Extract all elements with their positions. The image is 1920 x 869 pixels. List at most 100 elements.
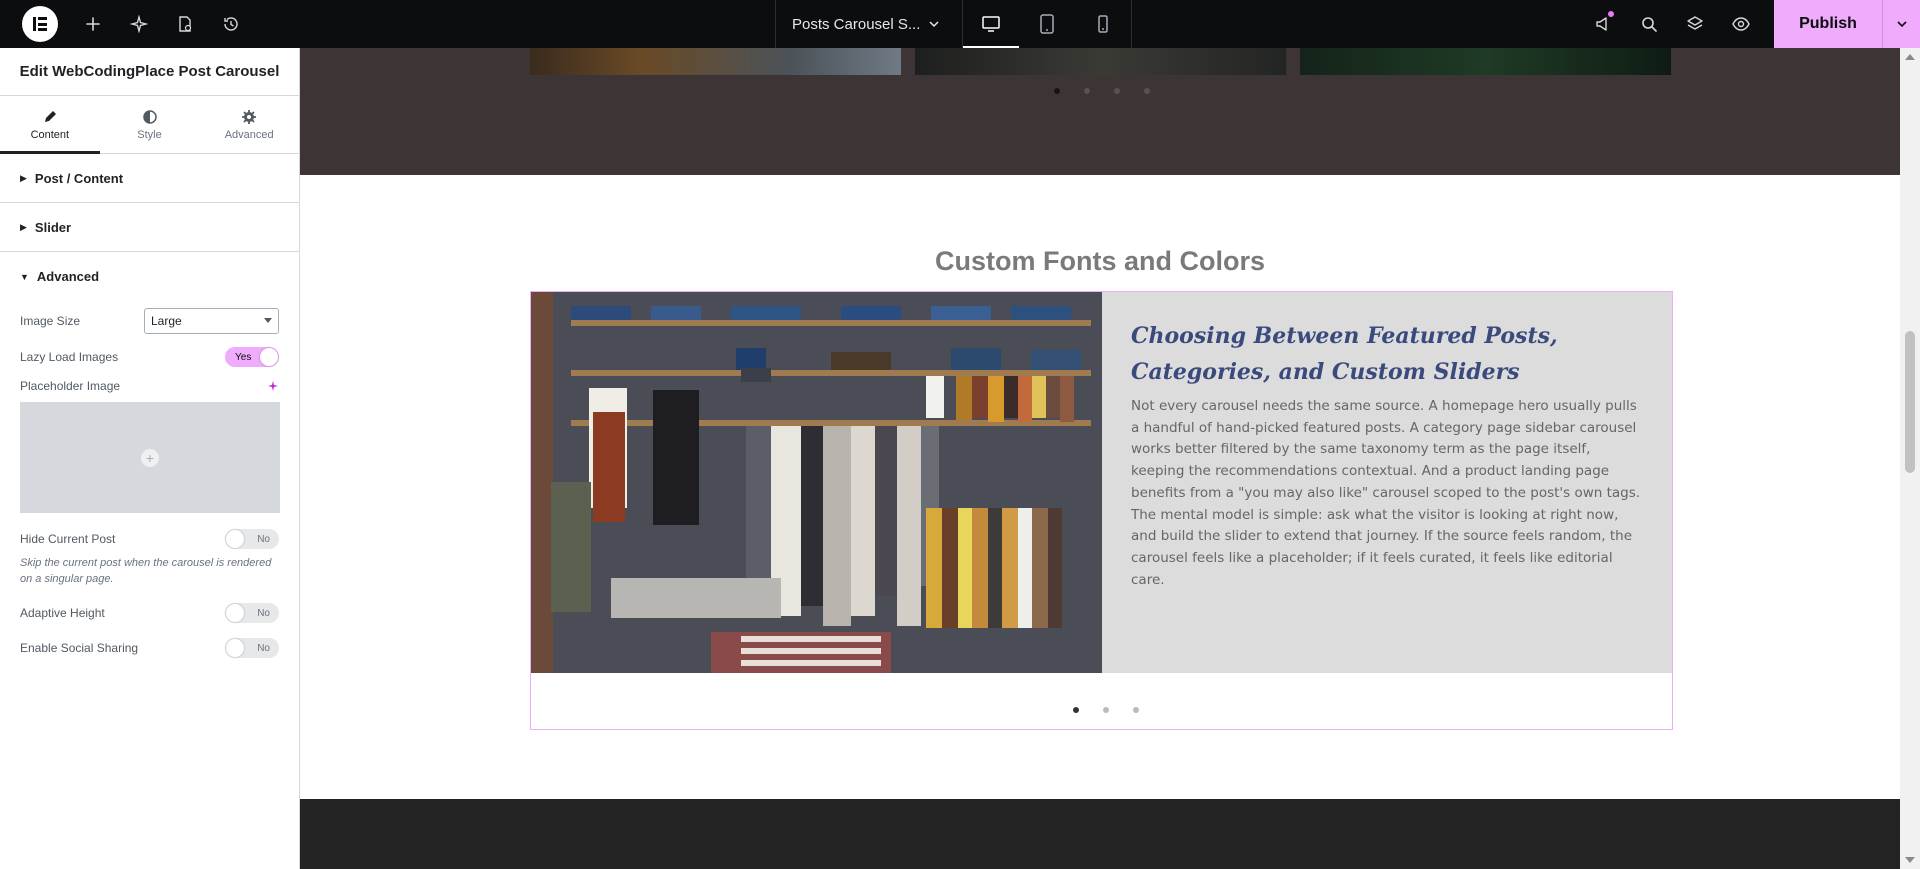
lazy-load-toggle[interactable]: Yes [225,347,279,367]
tab-style-label: Style [137,128,162,141]
pagination-dot[interactable] [1073,707,1079,713]
pagination-dot[interactable] [1133,707,1139,713]
plus-icon [86,17,100,31]
image-size-value: Large [151,314,182,328]
tab-content-label: Content [30,128,70,141]
hide-current-post-control: Hide Current Post No [0,527,299,551]
section-slider-label: Slider [34,219,72,235]
site-settings-button[interactable] [116,0,162,48]
social-sharing-toggle[interactable]: No [225,638,279,658]
half-circle-icon [142,109,157,124]
section-heading: Custom Fonts and Colors [935,246,1265,276]
hide-current-post-value: No [257,533,270,545]
adaptive-height-toggle[interactable]: No [225,603,279,623]
gear-icon [242,109,257,124]
placeholder-image-dropzone[interactable]: + [20,402,280,513]
image-size-select[interactable]: Large [144,308,279,334]
hide-current-post-label: Hide Current Post [20,532,116,546]
pagination-dot[interactable] [1103,707,1109,713]
pagination-dot[interactable] [1144,88,1150,94]
history-button[interactable] [208,0,254,48]
carousel-thumbnail[interactable] [530,48,901,75]
desktop-view-button[interactable] [963,0,1019,48]
sparkle-icon [130,15,148,33]
page-settings-icon [179,16,192,32]
post-excerpt: Not every carousel needs the same source… [1131,398,1641,588]
editor-panel: Edit WebCodingPlace Post Carousel Conten… [0,48,300,869]
tab-content[interactable]: Content [0,96,100,154]
whats-new-button[interactable] [1580,0,1626,48]
social-sharing-label: Enable Social Sharing [20,641,139,655]
social-sharing-control: Enable Social Sharing No [0,636,299,660]
panel-title: Edit WebCodingPlace Post Carousel [0,48,299,96]
previous-carousel-section [300,48,1900,175]
document-title: Posts Carousel S... [792,15,921,33]
tab-advanced-label: Advanced [224,128,274,141]
page-settings-button[interactable] [162,0,208,48]
topbar-right: Publish [1580,0,1920,48]
image-size-control: Image Size Large [0,307,299,335]
elementor-logo-button[interactable] [22,6,58,42]
pagination-dot[interactable] [1114,88,1120,94]
toggle-knob [226,639,244,657]
caret-right-icon: ▶ [20,172,27,183]
post-text-block: Choosing Between Featured Posts, Categor… [1131,318,1646,591]
add-element-button[interactable] [70,0,116,48]
section-advanced-label: Advanced [36,269,100,284]
tablet-view-button[interactable] [1019,0,1075,48]
lazy-load-value: Yes [235,351,252,363]
hide-current-post-description: Skip the current post when the carousel … [20,557,272,585]
structure-navigator-button[interactable] [1672,0,1718,48]
ai-sparkle-icon[interactable] [267,380,279,392]
search-icon [1642,17,1657,32]
scroll-up-arrow-icon[interactable] [1905,54,1915,60]
placeholder-image-control: Placeholder Image [0,377,299,395]
social-sharing-value: No [257,642,270,654]
adaptive-height-control: Adaptive Height No [0,601,299,625]
carousel-slide: Choosing Between Featured Posts, Categor… [531,292,1672,673]
elementor-logo-icon [33,17,47,31]
hide-current-post-toggle[interactable]: No [225,529,279,549]
section-post-content-label: Post / Content [34,170,124,186]
carousel-thumbnail[interactable] [1300,48,1671,75]
tab-style[interactable]: Style [100,96,200,153]
lazy-load-control: Lazy Load Images Yes [0,345,299,369]
editor-canvas: Custom Fonts and Colors Choosing Between… [300,48,1900,869]
section-post-content[interactable]: ▶ Post / Content [0,154,299,203]
section-slider[interactable]: ▶ Slider [0,203,299,252]
carousel-pagination [1054,88,1150,94]
publish-button[interactable]: Publish [1774,0,1882,48]
scroll-down-arrow-icon[interactable] [1905,857,1915,863]
lazy-load-label: Lazy Load Images [20,350,119,364]
document-title-dropdown[interactable]: Posts Carousel S... [776,0,963,48]
caret-right-icon: ▶ [20,221,27,232]
placeholder-image-label: Placeholder Image [20,379,121,393]
post-featured-image[interactable] [531,292,1102,673]
canvas-scrollbar[interactable] [1900,48,1920,869]
publish-options-button[interactable] [1882,0,1920,48]
footer-section [300,799,1900,869]
carousel-thumbnail[interactable] [915,48,1286,75]
pagination-dot[interactable] [1054,88,1060,94]
layers-icon [1687,16,1703,30]
tablet-icon [1040,14,1054,34]
megaphone-icon [1596,17,1607,31]
tab-advanced[interactable]: Advanced [199,96,299,153]
post-carousel-widget[interactable]: Choosing Between Featured Posts, Categor… [530,291,1673,730]
topbar-center: Posts Carousel S... [775,0,1132,48]
pagination-dot[interactable] [1084,88,1090,94]
pencil-icon [44,110,56,122]
mobile-icon [1098,15,1108,33]
image-size-label: Image Size [20,314,81,328]
preview-button[interactable] [1718,0,1764,48]
section-advanced[interactable]: ▼ Advanced [0,252,299,301]
mobile-view-button[interactable] [1075,0,1131,48]
scrollbar-thumb[interactable] [1905,331,1915,473]
eye-icon [1732,17,1750,31]
caret-down-icon [264,318,272,323]
adaptive-height-value: No [257,607,270,619]
post-title-link[interactable]: Choosing Between Featured Posts, Categor… [1131,318,1646,390]
caret-down-icon: ▼ [20,271,29,282]
toggle-knob [226,604,244,622]
finder-search-button[interactable] [1626,0,1672,48]
